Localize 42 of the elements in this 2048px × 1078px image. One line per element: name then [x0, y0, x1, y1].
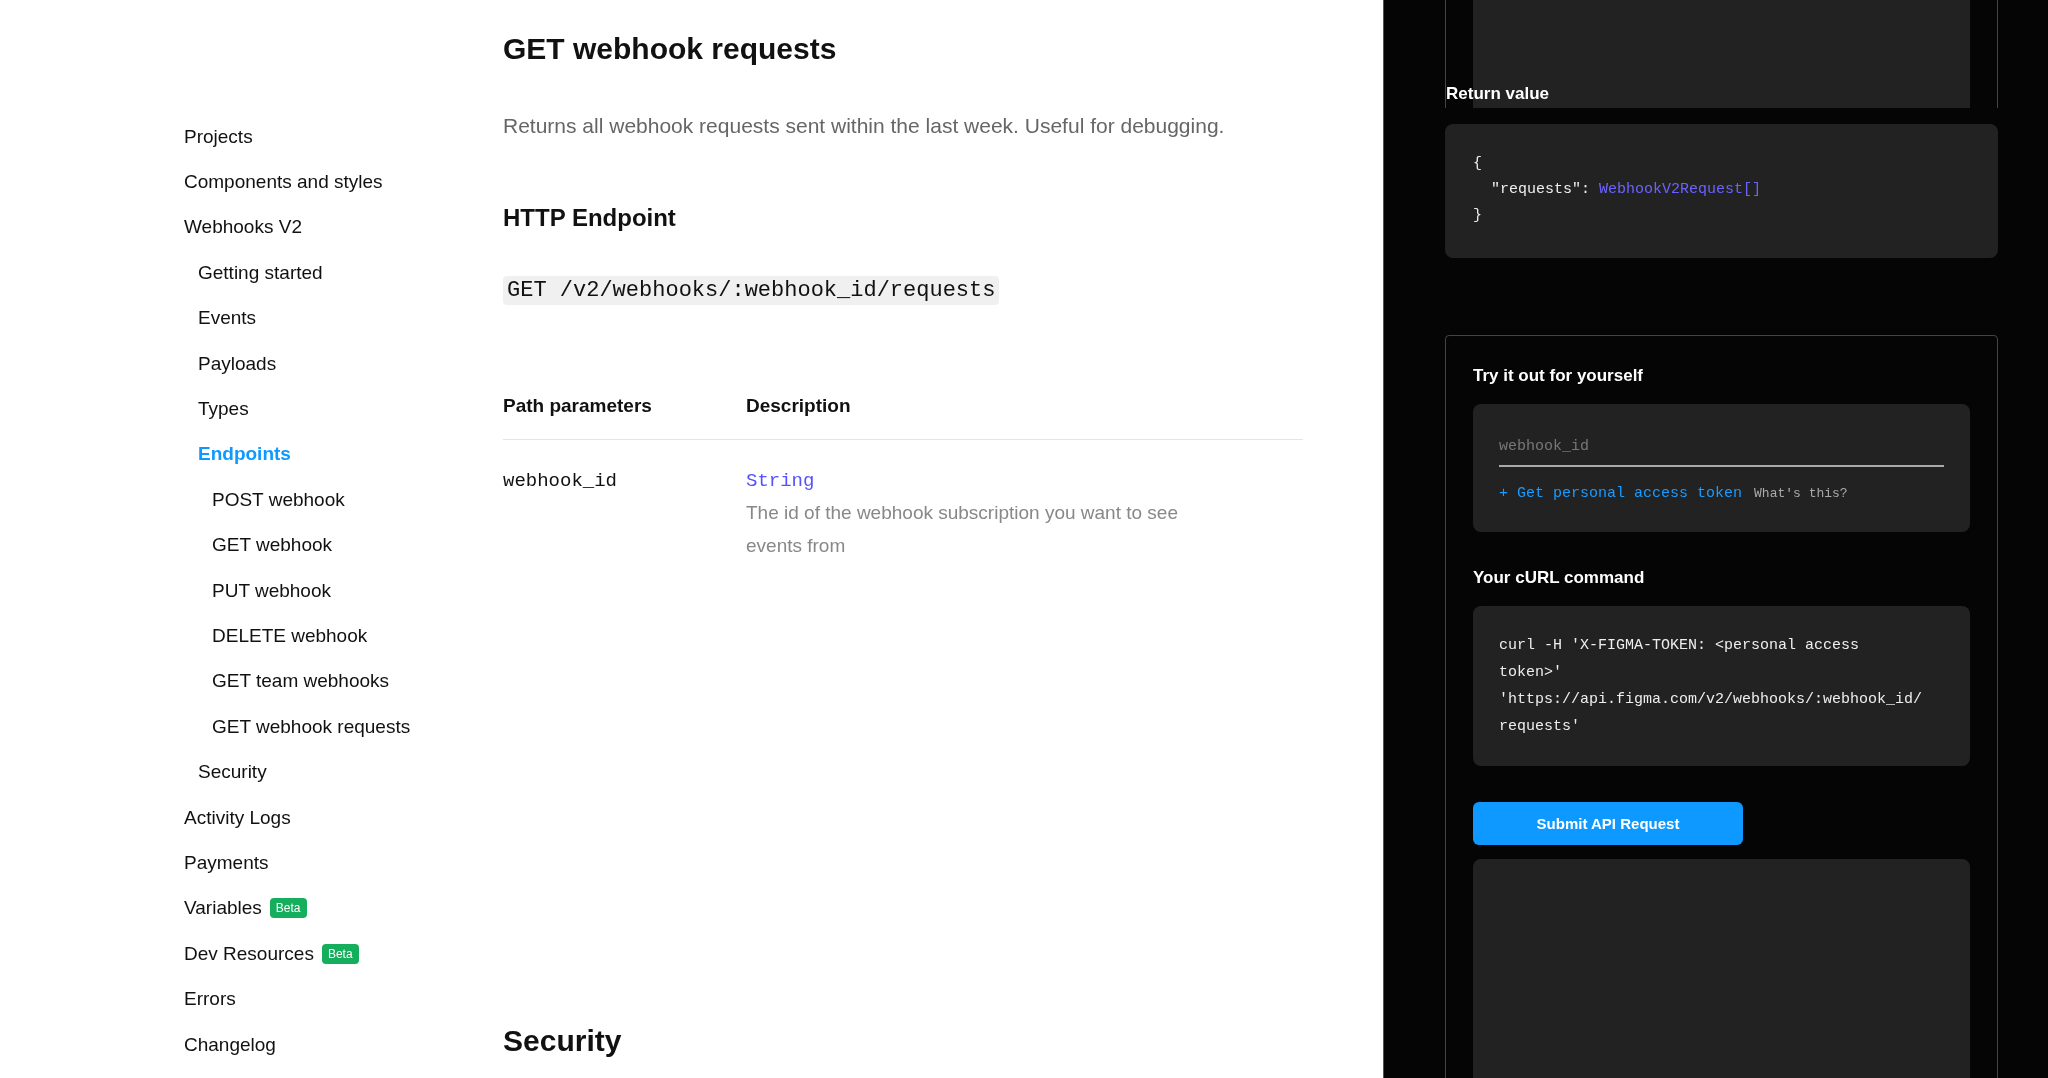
- beta-badge: Beta: [321, 943, 359, 964]
- sidebar-item[interactable]: Errors: [184, 988, 236, 1011]
- sidebar-item[interactable]: Security: [198, 761, 267, 784]
- parameter-type: String: [746, 470, 815, 492]
- page-description: Returns all webhook requests sent within the last week. Useful for debugging.: [503, 114, 1226, 138]
- sidebar-item[interactable]: Types: [198, 398, 249, 421]
- sidebar-item[interactable]: GET webhook requests: [212, 715, 411, 738]
- sidebar-item[interactable]: Dev Resources: [184, 942, 314, 965]
- sidebar-item[interactable]: Payloads: [198, 352, 277, 375]
- sidebar-item[interactable]: Getting started: [198, 261, 323, 284]
- webhook-id-field[interactable]: webhook_id: [1499, 434, 1944, 467]
- curl-heading: Your cURL command: [1473, 568, 1646, 588]
- section-heading: Security: [503, 1024, 623, 1058]
- sidebar-item[interactable]: Variables: [184, 897, 262, 920]
- sidebar-item[interactable]: PUT webhook: [212, 579, 331, 602]
- sidebar-item[interactable]: GET team webhooks: [212, 670, 390, 693]
- code-line: }: [1473, 206, 1483, 226]
- beta-badge: Beta: [269, 898, 307, 919]
- sidebar-item[interactable]: DELETE webhook: [212, 625, 368, 647]
- parameter-name: webhook_id: [503, 470, 618, 492]
- curl-command: curl -H 'X-FIGMA-TOKEN: <personal access token>' 'https://api.figma.com/v2/webhooks/:webhook_id/ requests': [1473, 606, 1970, 766]
- token-link[interactable]: + Get personal access token: [1499, 485, 1743, 502]
- endpoint-code: GET /v2/webhooks/:webhook_id/requests: [503, 276, 1000, 305]
- return-value-label: Return value: [1446, 84, 1549, 104]
- sidebar-item[interactable]: GET webhook: [212, 534, 333, 557]
- column-header: Path parameters: [503, 395, 653, 417]
- sidebar-item[interactable]: Components and styles: [184, 171, 383, 194]
- section-heading: HTTP Endpoint: [503, 204, 677, 232]
- page-title: GET webhook requests: [503, 32, 838, 66]
- sidebar-item[interactable]: Changelog: [184, 1033, 276, 1056]
- help-link[interactable]: What's this?: [1754, 486, 1848, 501]
- sidebar-item[interactable]: Projects: [184, 128, 253, 148]
- sidebar-item[interactable]: Events: [198, 307, 257, 330]
- code-line: {: [1473, 154, 1483, 174]
- column-header: Description: [746, 395, 851, 417]
- card-title: Try it out for yourself: [1473, 366, 1645, 386]
- parameter-description: The id of the webhook subscription you want to see events from: [746, 501, 1179, 558]
- sidebar-item[interactable]: Webhooks V2: [184, 216, 302, 239]
- code-line: "requests": WebhookV2Request[]: [1490, 180, 1763, 200]
- sidebar-item[interactable]: POST webhook: [212, 488, 345, 511]
- sidebar-item[interactable]: Activity Logs: [184, 806, 291, 829]
- sidebar-item[interactable]: Payments: [184, 851, 269, 874]
